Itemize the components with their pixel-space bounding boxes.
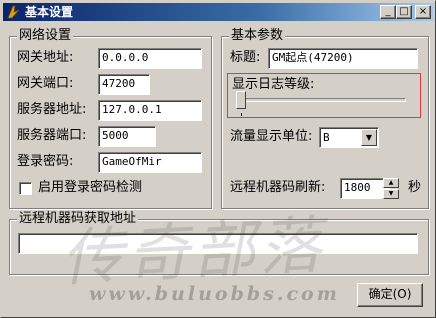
minimize-button[interactable]: _ [380,5,396,19]
basic-group-title: 基本参数 [229,28,286,44]
app-icon [6,4,22,20]
gateway-address-input[interactable]: 0.0.0.0 [98,48,202,69]
login-check-checkbox[interactable] [19,182,32,195]
close-button[interactable]: × [415,5,431,19]
ok-button[interactable]: 确定(O) [357,283,423,307]
maximize-button[interactable]: □ [396,5,412,19]
log-level-slider[interactable] [236,91,246,109]
server-address-label: 服务器地址: [17,102,87,117]
refresh-unit-label: 秒 [408,180,422,195]
gateway-port-label: 网关端口: [17,76,74,91]
password-label: 登录密码: [17,154,74,169]
log-level-tick [241,113,242,116]
spin-up-icon[interactable]: ▲ [383,178,399,188]
settings-window: 基本设置 _ □ × 网络设置 网关地址: 0.0.0.0 网关端口: 4720… [0,0,436,318]
title-bar[interactable]: 基本设置 _ □ × [3,3,434,21]
login-check-label[interactable]: 启用登录密码检测 [38,179,142,197]
server-port-input[interactable]: 5000 [98,126,156,147]
spin-down-icon[interactable]: ▼ [383,189,399,199]
unit-label: 流量显示单位: [230,129,313,144]
caption-input[interactable]: GM起点(47200) [268,48,418,69]
caption-label: 标题: [230,50,261,65]
server-address-input[interactable]: 127.0.0.1 [98,100,202,121]
watermark-url: www.buluobbs.com [89,283,340,305]
gateway-address-label: 网关地址: [17,50,74,65]
network-group-title: 网络设置 [17,28,74,44]
unit-select[interactable]: B ▼ [319,127,379,148]
log-level-track [236,98,406,102]
server-port-label: 服务器端口: [17,128,87,143]
unit-select-value: B [323,131,330,144]
log-level-panel: 显示日志等级: [227,73,421,118]
chevron-down-icon[interactable]: ▼ [361,129,377,146]
window-title: 基本设置 [25,5,74,19]
gateway-port-input[interactable]: 47200 [98,74,150,95]
password-input[interactable]: GameOfMir [98,152,202,173]
